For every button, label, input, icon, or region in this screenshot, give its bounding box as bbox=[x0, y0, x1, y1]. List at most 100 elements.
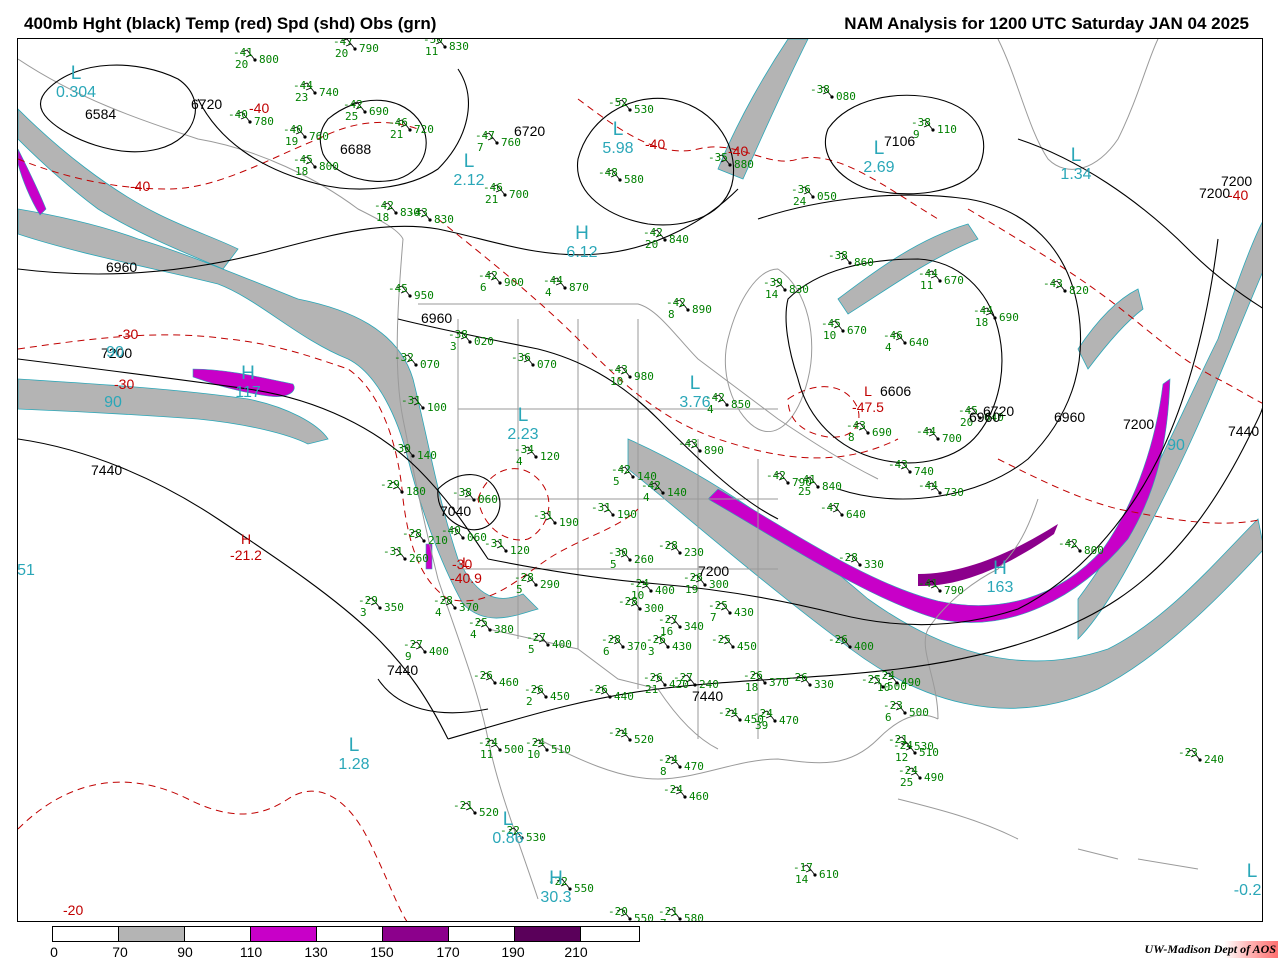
station-dewpoint-depression: 8 bbox=[848, 431, 855, 444]
station-plot: -43 890 bbox=[678, 437, 724, 457]
station-plot: -424 850 bbox=[705, 391, 751, 416]
speed-extremum-value: 2.69 bbox=[863, 159, 894, 176]
station-dewpoint-depression: 4 bbox=[470, 628, 477, 641]
colorbar-tick: 90 bbox=[177, 944, 193, 960]
station-plot: -2618 370 bbox=[743, 669, 789, 694]
station-temp: -38 bbox=[810, 83, 830, 96]
station-dewpoint-depression: 5 bbox=[613, 475, 620, 488]
station-temp: -38 bbox=[828, 249, 848, 262]
station-height: 240 bbox=[1204, 753, 1224, 766]
speed-extremum-symbol: L bbox=[1071, 145, 1082, 166]
station-height: 140 bbox=[417, 449, 437, 462]
station-height: 740 bbox=[914, 465, 934, 478]
station-height: 180 bbox=[406, 485, 426, 498]
station-temp: -31 bbox=[484, 537, 504, 550]
station-height: 830 bbox=[789, 283, 809, 296]
speed-colorbar bbox=[52, 926, 640, 942]
temp-extremum-symbol: L bbox=[864, 383, 872, 399]
station-height: 820 bbox=[1069, 284, 1089, 297]
speed-extremum-value: 5.98 bbox=[602, 140, 633, 157]
station-plot: -20 550 bbox=[608, 905, 654, 921]
station-height: 520 bbox=[479, 806, 499, 819]
station-temp: -42 bbox=[1058, 537, 1078, 550]
height-contour-label: 7440 bbox=[387, 662, 418, 678]
station-plot: -4418 690 bbox=[973, 304, 1019, 329]
station-height: 190 bbox=[559, 516, 579, 529]
station-height: 830 bbox=[434, 213, 454, 226]
station-plot: -2425 490 bbox=[898, 764, 944, 789]
station-height: 860 bbox=[854, 256, 874, 269]
station-dewpoint-depression: 6 bbox=[603, 645, 610, 658]
station-temp: -30 bbox=[391, 442, 411, 455]
station-height: 070 bbox=[537, 358, 557, 371]
station-dewpoint-depression: 12 bbox=[895, 751, 908, 764]
station-height: 840 bbox=[822, 480, 842, 493]
station-dewpoint-depression: 18 bbox=[745, 681, 758, 694]
isotherm-label: -30 bbox=[114, 376, 134, 392]
station-temp: -42 bbox=[766, 469, 786, 482]
station-height: 550 bbox=[574, 882, 594, 895]
station-height: 340 bbox=[684, 620, 704, 633]
station-height: 670 bbox=[847, 324, 867, 337]
station-plot: -4518 800 bbox=[293, 153, 339, 178]
station-plot: -217580 bbox=[658, 905, 704, 922]
station-height: 470 bbox=[779, 714, 799, 727]
contour-6584 bbox=[39, 64, 196, 153]
station-dewpoint-depression: 8 bbox=[668, 308, 675, 321]
station-temp: -32 bbox=[394, 351, 414, 364]
colorbar-tick: 110 bbox=[239, 944, 263, 960]
station-height: 400 bbox=[429, 645, 449, 658]
station-height: 460 bbox=[689, 790, 709, 803]
station-plot: -4225 690 bbox=[343, 98, 389, 123]
station-temp: -26 bbox=[588, 683, 608, 696]
station-plot: -42 800 bbox=[1058, 537, 1104, 557]
height-contour-label: 7040 bbox=[440, 503, 471, 519]
station-plot: -28 230 bbox=[658, 539, 704, 559]
isotherm-label: -40 bbox=[130, 178, 150, 194]
temp-extremum-value: -47.5 bbox=[852, 399, 884, 415]
station-temp: -52 bbox=[608, 96, 628, 109]
station-height: 800 bbox=[1084, 544, 1104, 557]
station-height: 780 bbox=[254, 115, 274, 128]
station-dewpoint-depression: 14 bbox=[765, 288, 779, 301]
speed-shading-110 bbox=[18, 148, 1171, 623]
station-temp: -21 bbox=[453, 799, 473, 812]
station-temp: -38 bbox=[452, 486, 472, 499]
station-height: 850 bbox=[731, 398, 751, 411]
map-canvas: -4120 800-4720 790-5011 830-4423 740-4225 690… bbox=[18, 39, 1262, 922]
station-height: 520 bbox=[634, 733, 654, 746]
station-height: 870 bbox=[569, 281, 589, 294]
station-height: 730 bbox=[944, 486, 964, 499]
station-plot: -4510 670 bbox=[821, 317, 867, 342]
station-plot: -43 830 bbox=[408, 206, 454, 226]
station-plot: -31 190 bbox=[533, 509, 579, 529]
station-dewpoint-depression: 4 bbox=[516, 455, 523, 468]
station-dewpoint-depression: 10 bbox=[610, 375, 623, 388]
station-plot: -4310 980 bbox=[608, 363, 654, 388]
height-contour-label: 6960 bbox=[421, 310, 452, 326]
height-contour-label: 6584 bbox=[85, 106, 116, 122]
station-dewpoint-depression: 4 bbox=[885, 341, 892, 354]
station-plot: -26 330 bbox=[788, 671, 834, 691]
station-height: 450 bbox=[737, 640, 757, 653]
speed-extremum-value: 1.28 bbox=[338, 756, 369, 773]
station-height: 700 bbox=[509, 188, 529, 201]
station-plot: -45 950 bbox=[388, 282, 434, 302]
station-height: 800 bbox=[319, 160, 339, 173]
temp-extremum-symbol: H bbox=[241, 531, 251, 547]
station-dewpoint-depression: 10 bbox=[527, 748, 540, 761]
station-dewpoint-depression: 11 bbox=[480, 748, 493, 761]
height-contour-label: 6720 bbox=[514, 123, 545, 139]
station-height: 950 bbox=[414, 289, 434, 302]
station-height: 580 bbox=[684, 912, 704, 922]
colorbar-tick: 130 bbox=[304, 944, 328, 960]
speed-extremum-value: 0.86 bbox=[492, 830, 523, 847]
station-plot: -44 700 bbox=[916, 425, 962, 445]
speed-extremum-symbol: L bbox=[613, 119, 624, 140]
station-plot: -285 290 bbox=[514, 571, 560, 596]
station-plot: -344 120 bbox=[514, 443, 560, 468]
station-height: 580 bbox=[624, 173, 644, 186]
colorbar-segment bbox=[317, 927, 383, 941]
temp-extremum-value: -40.9 bbox=[450, 570, 482, 586]
station-height: 430 bbox=[734, 606, 754, 619]
